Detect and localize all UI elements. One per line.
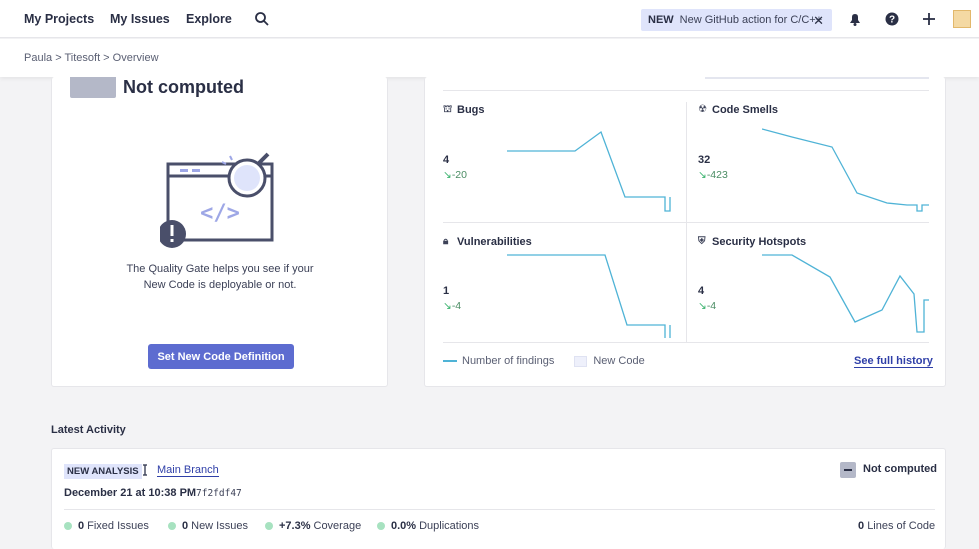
bugs-delta-value: -20: [451, 169, 467, 181]
promo-banner[interactable]: NEW New GitHub action for C/C++ ✕: [641, 9, 832, 31]
close-icon[interactable]: ✕: [813, 13, 824, 29]
new-issues-label: New Issues: [191, 520, 248, 532]
status-dot-icon: [64, 522, 72, 530]
code-smell-icon: ☢: [698, 104, 707, 115]
security-hotspots-value[interactable]: 4: [698, 285, 704, 297]
trend-down-icon: ↘: [698, 300, 707, 312]
code-smells-label[interactable]: ☢ Code Smells: [698, 104, 778, 116]
legend-new-code: New Code: [593, 355, 645, 367]
shield-icon: ⛨: [698, 236, 706, 247]
coverage-label: Coverage: [313, 520, 362, 532]
bugs-delta: ↘-20: [443, 169, 467, 181]
code-smells-sparkline: [762, 128, 929, 212]
divider: [443, 90, 929, 91]
metrics-card: ⛫ Bugs 4 ↘-20 ☢ Code Smells 32 ↘-423 🔒︎ …: [424, 77, 946, 387]
plus-icon[interactable]: [921, 11, 937, 27]
svg-text:?: ?: [889, 15, 895, 26]
duplications-stat[interactable]: 0.0% Duplications: [377, 520, 479, 532]
code-smells-delta: ↘-423: [698, 169, 728, 181]
legend-new-code-swatch: [574, 355, 588, 367]
help-icon[interactable]: ?: [884, 11, 900, 27]
trend-down-icon: ↘: [698, 169, 707, 181]
set-new-code-definition-button[interactable]: Set New Code Definition: [148, 344, 294, 369]
status-dot-icon: [377, 522, 385, 530]
vulnerabilities-sparkline: [507, 254, 671, 338]
branch-icon: [143, 464, 147, 476]
new-analysis-badge: NEW ANALYSIS: [64, 464, 142, 479]
coverage-stat[interactable]: +7.3% Coverage: [265, 520, 361, 532]
see-full-history-link[interactable]: See full history: [854, 355, 933, 368]
security-hotspots-delta-value: -4: [706, 300, 717, 312]
bugs-label[interactable]: ⛫ Bugs: [443, 104, 485, 116]
vulnerabilities-label[interactable]: 🔒︎ Vulnerabilities: [443, 236, 532, 248]
vulnerabilities-label-text: Vulnerabilities: [457, 236, 532, 248]
quality-gate-status: Not computed: [123, 77, 244, 97]
bug-icon: ⛫: [443, 104, 453, 115]
quality-gate-status-swatch: [70, 77, 116, 98]
analysis-date: December 21 at 10:38 PM: [64, 487, 197, 499]
top-navigation: My Projects My Issues Explore NEW New Gi…: [0, 0, 979, 38]
divider: [686, 102, 687, 342]
code-smells-label-text: Code Smells: [712, 104, 779, 116]
divider: [443, 342, 929, 343]
trend-down-icon: ↘: [443, 300, 452, 312]
breadcrumb-bar: Paula > Titesoft > Overview: [0, 39, 979, 77]
svg-text:</>: </>: [200, 201, 240, 226]
legend-line-swatch: [443, 360, 457, 362]
status-dot-icon: [265, 522, 273, 530]
vulnerabilities-delta-value: -4: [451, 300, 462, 312]
user-avatar[interactable]: [953, 10, 971, 28]
code-smells-delta-value: -423: [706, 169, 728, 181]
latest-activity-title: Latest Activity: [51, 424, 126, 436]
quality-gate-status-swatch: [840, 462, 856, 478]
code-smells-value[interactable]: 32: [698, 154, 710, 166]
chart-legend: Number of findings New Code: [443, 355, 645, 367]
nav-my-projects[interactable]: My Projects: [24, 12, 94, 26]
bell-icon[interactable]: [847, 11, 863, 27]
latest-activity-card: NEW ANALYSIS Main Branch Not computed De…: [51, 448, 946, 549]
divider: [64, 509, 935, 510]
activity-status: Not computed: [863, 463, 937, 475]
status-dot-icon: [168, 522, 176, 530]
duplications-label: Duplications: [419, 520, 479, 532]
legend-findings: Number of findings: [462, 355, 555, 367]
security-hotspots-label-text: Security Hotspots: [712, 236, 807, 248]
nav-my-issues[interactable]: My Issues: [110, 12, 170, 26]
nav-explore[interactable]: Explore: [186, 12, 232, 26]
lines-of-code-value: 0: [858, 520, 865, 532]
promo-badge: NEW: [648, 14, 674, 26]
new-issues-count: 0: [182, 520, 189, 532]
vulnerabilities-delta: ↘-4: [443, 300, 461, 312]
bugs-sparkline: [507, 130, 671, 212]
bugs-value[interactable]: 4: [443, 154, 449, 166]
security-hotspots-sparkline: [762, 254, 929, 333]
promo-text: New GitHub action for C/C++: [679, 14, 823, 26]
lines-of-code-label: Lines of Code: [867, 520, 936, 532]
breadcrumb[interactable]: Paula > Titesoft > Overview: [24, 52, 159, 64]
metrics-top-bar: [705, 77, 929, 79]
bugs-label-text: Bugs: [457, 104, 485, 116]
quality-gate-card: Not computed </> The Quality Gate helps …: [51, 77, 388, 387]
fixed-issues-stat[interactable]: 0 Fixed Issues: [64, 520, 149, 532]
new-issues-stat[interactable]: 0 New Issues: [168, 520, 248, 532]
fixed-issues-count: 0: [78, 520, 85, 532]
commit-hash: 7f2fdf47: [196, 488, 242, 499]
quality-gate-illustration-icon: </>: [160, 152, 274, 248]
lock-icon: 🔒︎: [443, 236, 449, 247]
main-branch-link[interactable]: Main Branch: [157, 464, 219, 477]
security-hotspots-label[interactable]: ⛨ Security Hotspots: [698, 236, 806, 248]
lines-of-code-stat[interactable]: 0 Lines of Code: [858, 520, 935, 532]
search-icon[interactable]: [254, 11, 270, 27]
trend-down-icon: ↘: [443, 169, 452, 181]
duplications-value: 0.0%: [391, 520, 417, 532]
security-hotspots-delta: ↘-4: [698, 300, 716, 312]
coverage-value: +7.3%: [279, 520, 311, 532]
fixed-issues-label: Fixed Issues: [87, 520, 149, 532]
quality-gate-help-text: The Quality Gate helps you see if your N…: [126, 263, 314, 291]
vulnerabilities-value[interactable]: 1: [443, 285, 449, 297]
